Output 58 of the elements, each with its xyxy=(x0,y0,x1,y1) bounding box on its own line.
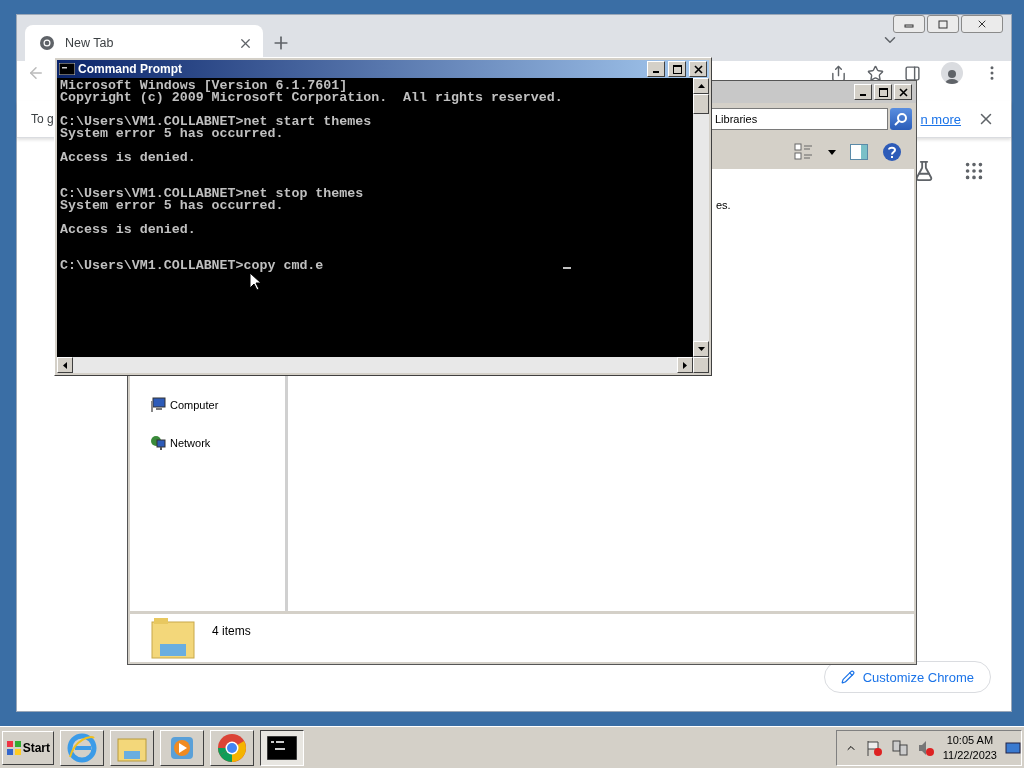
scroll-right-button[interactable] xyxy=(677,357,693,373)
terminal-icon xyxy=(267,735,297,760)
apps-grid-icon[interactable] xyxy=(963,160,985,182)
infobar-text: To g xyxy=(31,112,54,126)
profile-avatar[interactable] xyxy=(941,62,963,84)
scrollbar-thumb[interactable] xyxy=(693,94,709,114)
restore-button[interactable] xyxy=(927,15,959,33)
close-icon[interactable] xyxy=(898,87,908,97)
console-output: Microsoft Windows [Version 6.1.7601] Copyright (c) 2009 Microsoft Corporation. All rights reserved. C:\Users\VM1.COLLABNET>net start themes System error 5 has occurred. Access is denied. C:\Users\VM1.COLLABNET>net stop themes System error 5 has occurred. Access is denied. C:\Users\VM1.COLLABNET>copy cmd.e xyxy=(60,80,563,272)
preview-pane-icon[interactable] xyxy=(850,144,868,160)
text-cursor xyxy=(562,267,571,269)
network-icon xyxy=(150,435,166,451)
star-icon[interactable] xyxy=(867,64,884,82)
status-text: 4 items xyxy=(212,624,251,638)
scroll-down-button[interactable] xyxy=(693,341,709,357)
taskbar-app-button[interactable] xyxy=(260,729,304,766)
close-icon xyxy=(976,18,988,30)
windows-logo-icon xyxy=(6,739,21,756)
right-arrow-icon xyxy=(683,361,687,369)
window-title: Command Prompt xyxy=(78,62,183,76)
browser-tab[interactable]: New Tab xyxy=(25,25,263,61)
scroll-left-button[interactable] xyxy=(57,357,73,373)
scroll-up-button[interactable] xyxy=(693,78,709,94)
view-options-icon[interactable] xyxy=(794,143,814,161)
dropdown-arrow-icon[interactable] xyxy=(828,149,836,155)
chrome-icon xyxy=(217,732,247,763)
content-text: es. xyxy=(716,199,731,211)
minimize-button[interactable] xyxy=(893,15,925,33)
close-icon[interactable] xyxy=(693,64,703,74)
show-desktop-icon[interactable] xyxy=(1005,739,1021,756)
flag-icon[interactable] xyxy=(864,738,883,757)
terminal-icon xyxy=(59,63,75,75)
up-arrow-icon xyxy=(697,84,705,88)
chrome-logo-icon xyxy=(39,35,55,51)
restore-icon xyxy=(938,19,948,29)
search-button[interactable] xyxy=(890,108,912,130)
maximize-icon[interactable] xyxy=(878,87,888,97)
sidebar-icon[interactable] xyxy=(904,64,921,82)
maximize-icon[interactable] xyxy=(672,64,682,74)
person-icon xyxy=(944,68,960,84)
left-arrow-icon xyxy=(63,361,67,369)
navigation-item[interactable]: Network xyxy=(150,435,285,451)
navigation-item[interactable]: Computer xyxy=(150,397,285,413)
start-button[interactable]: Start xyxy=(2,730,54,765)
mouse-pointer-icon xyxy=(249,272,261,291)
network-icon[interactable] xyxy=(890,738,909,757)
pencil-icon xyxy=(840,670,855,684)
browser-e-icon xyxy=(67,732,97,763)
horizontal-scrollbar[interactable] xyxy=(57,357,709,373)
down-arrow-icon xyxy=(697,347,705,351)
close-button[interactable] xyxy=(961,15,1003,33)
computer-icon xyxy=(150,397,166,413)
size-grip xyxy=(693,357,709,373)
search-icon xyxy=(894,112,908,126)
customize-chrome-button[interactable]: Customize Chrome xyxy=(823,661,991,693)
help-icon[interactable] xyxy=(882,142,902,162)
learn-more-link[interactable]: n more xyxy=(920,111,961,127)
vertical-scrollbar[interactable] xyxy=(693,78,709,357)
